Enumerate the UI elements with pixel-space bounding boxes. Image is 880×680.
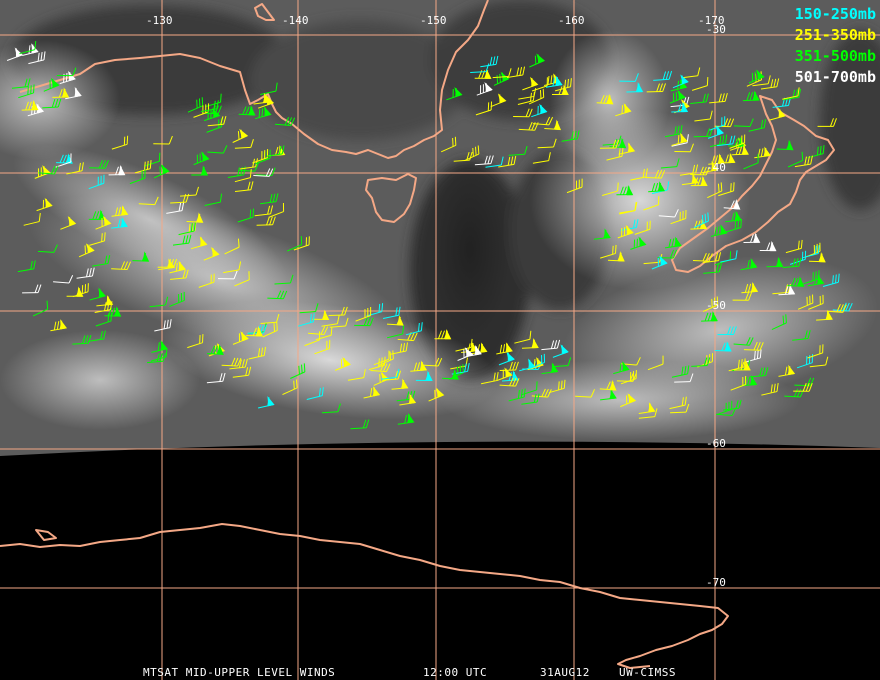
satellite-wind-map: -130 -140 -150 -160 -170 -30 -40 -50 -60… — [0, 0, 880, 680]
legend-item-501-700: 501-700mb — [795, 68, 876, 86]
satellite-imagery — [0, 0, 880, 456]
lon-label-150: -150 — [420, 14, 447, 27]
lon-label-160: -160 — [558, 14, 585, 27]
lon-label-140: -140 — [282, 14, 309, 27]
lat-label-50: -50 — [706, 299, 726, 312]
lat-label-70: -70 — [706, 576, 726, 589]
product-name: MTSAT MID-UPPER LEVEL WINDS — [143, 666, 335, 679]
data-source: UW-CIMSS — [619, 666, 676, 679]
legend-item-251-350: 251-350mb — [795, 26, 876, 44]
observation-time: 12:00 UTC — [423, 666, 487, 679]
legend-item-351-500: 351-500mb — [795, 47, 876, 65]
lat-label-30: -30 — [706, 23, 726, 36]
observation-date: 31AUG12 — [540, 666, 590, 679]
lat-label-60: -60 — [706, 437, 726, 450]
lat-label-40: -40 — [706, 161, 726, 174]
lon-label-130: -130 — [146, 14, 173, 27]
legend-item-150-250: 150-250mb — [795, 5, 876, 23]
map-canvas: -130 -140 -150 -160 -170 -30 -40 -50 -60… — [0, 0, 880, 680]
